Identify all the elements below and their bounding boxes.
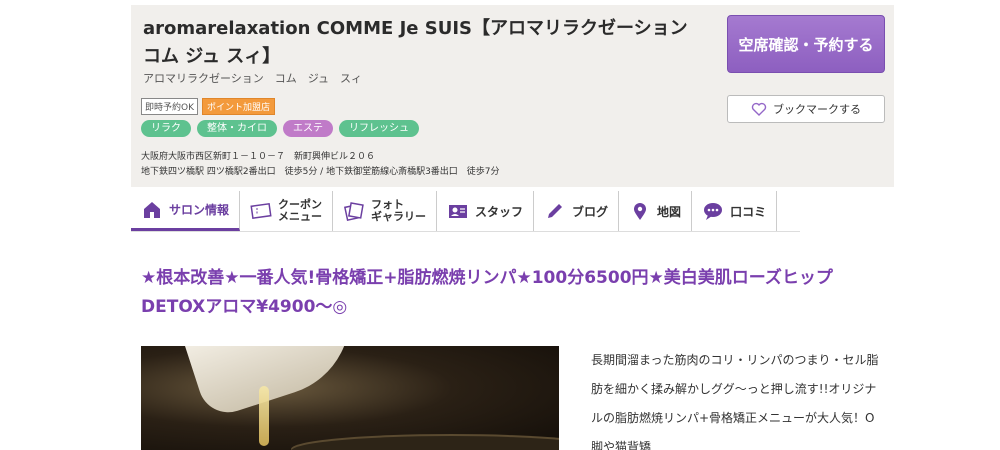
tab-coupon-label-line2: メニュー	[278, 210, 323, 223]
tab-photo-gallery[interactable]: フォト ギャラリー	[333, 191, 438, 231]
staff-icon	[449, 205, 468, 218]
instant-booking-badge: 即時予約OK	[141, 98, 198, 115]
category-tags: リラク 整体・カイロ エステ リフレッシュ	[141, 120, 419, 137]
address-block: 大阪府大阪市西区新町１－１０－７ 新町興伸ビル２０６ 地下鉄四ツ橋駅 四ツ橋駅2…	[141, 150, 500, 180]
reserve-button[interactable]: 空席確認・予約する	[727, 15, 885, 73]
heart-icon	[751, 102, 767, 116]
photo-icon	[344, 202, 364, 221]
tab-photo-label-line2: ギャラリー	[371, 210, 427, 223]
tab-coupon-menu-label: クーポン メニュー	[278, 199, 322, 223]
address-text: 大阪府大阪市西区新町１－１０－７ 新町興伸ビル２０６	[141, 152, 376, 162]
pencil-icon	[548, 204, 563, 218]
tab-blog[interactable]: ブログ	[534, 191, 620, 231]
salon-kana: アロマリラクゼーション コム ジュ スィ	[143, 72, 363, 85]
badge-group: 即時予約OK ポイント加盟店	[141, 98, 276, 115]
tab-staff-label: スタッフ	[475, 204, 524, 219]
bookmark-label: ブックマークする	[773, 103, 861, 116]
tab-reviews-label: 口コミ	[730, 204, 767, 219]
salon-name: aromarelaxation COMME Je SUIS【アロマリラクゼーショ…	[143, 18, 688, 67]
tag-refresh[interactable]: リフレッシュ	[339, 120, 419, 137]
tab-salon-info[interactable]: サロン情報	[131, 191, 241, 231]
bookmark-button[interactable]: ブックマークする	[727, 95, 885, 123]
tag-chiropractic[interactable]: 整体・カイロ	[197, 120, 277, 137]
speech-bubble-icon	[704, 203, 723, 220]
tab-staff[interactable]: スタッフ	[437, 191, 535, 231]
dish-shape	[291, 436, 559, 450]
salon-photo	[141, 346, 559, 450]
access-text: 地下鉄四ツ橋駅 四ツ橋駅2番出口 徒歩5分 / 地下鉄御堂筋線心斎橋駅3番出口 …	[141, 167, 500, 177]
tab-salon-info-label: サロン情報	[169, 203, 230, 217]
tab-blog-label: ブログ	[572, 204, 609, 219]
home-icon	[144, 201, 160, 218]
catch-copy-headline: ★根本改善★一番人気!骨格矯正+脂肪燃焼リンパ★100分6500円★美白美肌ロー…	[141, 268, 833, 317]
salon-nav: サロン情報 クーポン メニュー フォト ギャラリー スタッフ ブログ 地図 口コ…	[131, 191, 778, 231]
tab-reviews[interactable]: 口コミ	[692, 191, 778, 231]
coupon-icon	[250, 202, 272, 220]
tab-map-label: 地図	[657, 204, 682, 219]
oil-bowl-shape	[181, 346, 371, 421]
salon-description: 長期間溜まった筋肉のコリ・リンパのつまり・セル脂肪を細かく揉み解かしググ～っと押…	[591, 353, 879, 450]
map-pin-icon	[634, 203, 647, 220]
tag-esthetic[interactable]: エステ	[283, 120, 333, 137]
tab-map[interactable]: 地図	[619, 191, 693, 231]
tag-relaxation[interactable]: リラク	[141, 120, 191, 137]
salon-header: aromarelaxation COMME Je SUIS【アロマリラクゼーショ…	[131, 5, 894, 187]
tab-coupon-menu[interactable]: クーポン メニュー	[240, 191, 334, 231]
nav-divider	[131, 231, 800, 232]
oil-stream-shape	[259, 386, 269, 446]
tab-photo-gallery-label: フォト ギャラリー	[371, 199, 426, 223]
point-member-badge: ポイント加盟店	[202, 98, 276, 115]
